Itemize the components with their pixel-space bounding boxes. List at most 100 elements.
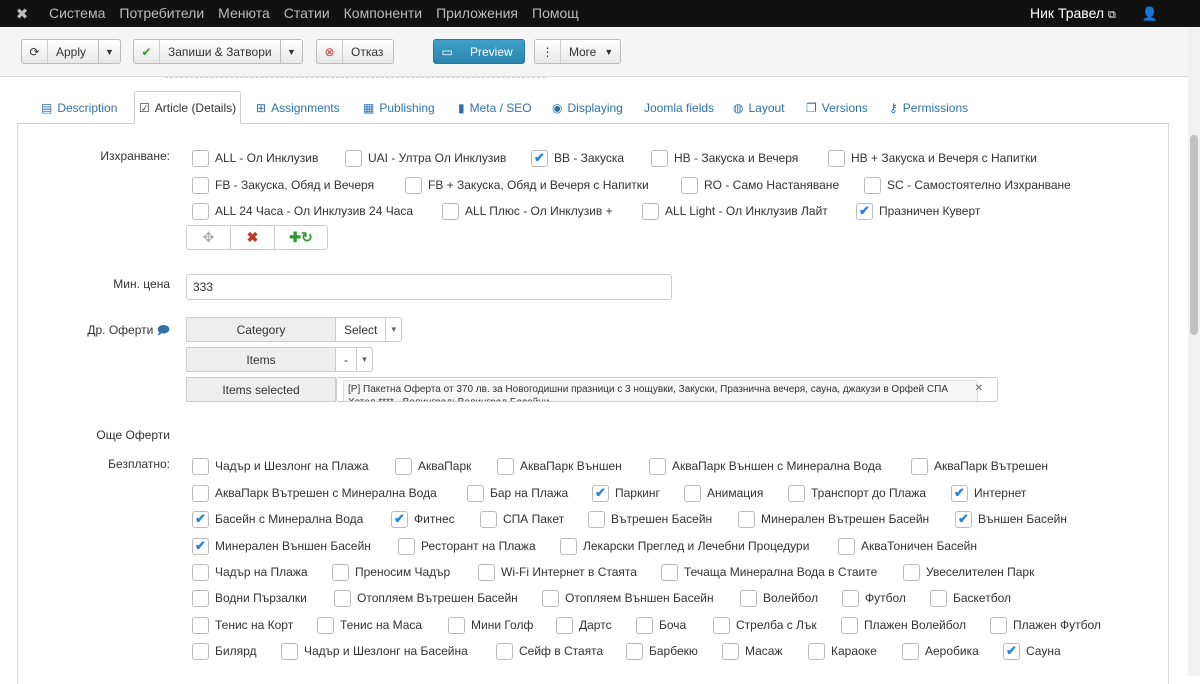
free-checkbox[interactable]: Масаж xyxy=(722,642,783,660)
add-icon[interactable]: ✚↻ xyxy=(275,226,327,249)
cancel-button[interactable]: ⊗ Отказ xyxy=(316,39,394,64)
checkbox-empty[interactable] xyxy=(467,484,484,502)
board-checkbox[interactable]: ✔ BB - Закуска xyxy=(531,149,624,167)
free-checkbox[interactable]: Баскетбол xyxy=(930,589,1011,607)
free-checkbox[interactable]: Плажен Волейбол xyxy=(841,616,966,634)
checkbox-empty[interactable] xyxy=(478,563,495,581)
chevron-down-icon[interactable]: ▼ xyxy=(280,40,302,63)
free-checkbox[interactable]: Чадър и Шезлонг на Плажа xyxy=(192,457,369,475)
checkbox-empty[interactable] xyxy=(560,537,577,555)
free-checkbox[interactable]: Дартс xyxy=(556,616,612,634)
free-checkbox[interactable]: Тенис на Маса xyxy=(317,616,422,634)
checkbox-empty[interactable] xyxy=(556,616,573,634)
free-checkbox[interactable]: АкваТоничен Басейн xyxy=(838,537,977,555)
menu-menus[interactable]: Менюта xyxy=(209,0,279,27)
checkmark-icon[interactable]: ✔ xyxy=(192,537,209,555)
checkmark-icon[interactable]: ✔ xyxy=(1003,642,1020,660)
checkbox-empty[interactable] xyxy=(902,642,919,660)
checkbox-empty[interactable] xyxy=(192,616,209,634)
free-checkbox[interactable]: Тенис на Корт xyxy=(192,616,293,634)
checkbox-empty[interactable] xyxy=(626,642,643,660)
free-checkbox[interactable]: ✔ Басейн с Минерална Вода xyxy=(192,510,363,528)
tab-meta-seo[interactable]: ▮ Meta / SEO xyxy=(458,91,532,124)
tab-joomla-fields[interactable]: Joomla fields xyxy=(644,91,714,124)
board-checkbox[interactable]: SC - Самостоятелно Изхранване xyxy=(864,176,1071,194)
preview-button[interactable]: ▭ Preview xyxy=(433,39,525,64)
checkbox-empty[interactable] xyxy=(636,616,653,634)
checkbox-empty[interactable] xyxy=(334,589,351,607)
free-checkbox[interactable]: ✔ Външен Басейн xyxy=(955,510,1067,528)
checkbox-empty[interactable] xyxy=(192,202,209,220)
free-checkbox[interactable]: Футбол xyxy=(842,589,906,607)
tab-displaying[interactable]: ◉ Displaying xyxy=(552,91,623,124)
chevron-down-icon[interactable]: ▼ xyxy=(98,40,120,63)
more-button[interactable]: ⋮ More ▼ xyxy=(534,39,621,64)
checkbox-empty[interactable] xyxy=(828,149,845,167)
free-checkbox[interactable]: Караоке xyxy=(808,642,877,660)
checkbox-empty[interactable] xyxy=(317,616,334,634)
checkbox-empty[interactable] xyxy=(395,457,412,475)
free-checkbox[interactable]: Лекарски Преглед и Лечебни Процедури xyxy=(560,537,809,555)
checkbox-empty[interactable] xyxy=(740,589,757,607)
checkbox-empty[interactable] xyxy=(911,457,928,475)
menu-extensions[interactable]: Приложения xyxy=(427,0,527,27)
checkbox-empty[interactable] xyxy=(192,176,209,194)
checkbox-empty[interactable] xyxy=(192,642,209,660)
menu-users[interactable]: Потребители xyxy=(110,0,213,27)
free-checkbox[interactable]: Боча xyxy=(636,616,686,634)
checkbox-empty[interactable] xyxy=(442,202,459,220)
checkmark-icon[interactable]: ✔ xyxy=(192,510,209,528)
checkmark-icon[interactable]: ✔ xyxy=(531,149,548,167)
tab-assignments[interactable]: ⊞ Assignments xyxy=(256,91,340,124)
checkbox-empty[interactable] xyxy=(588,510,605,528)
board-checkbox[interactable]: FB - Закуска, Обяд и Вечеря xyxy=(192,176,374,194)
free-checkbox[interactable]: Ресторант на Плажа xyxy=(398,537,536,555)
free-checkbox[interactable]: Увеселителен Парк xyxy=(903,563,1034,581)
free-checkbox[interactable]: АкваПарк Вътрешен с Минерална Вода xyxy=(192,484,437,502)
free-checkbox[interactable]: Wi-Fi Интернет в Стаята xyxy=(478,563,637,581)
free-checkbox[interactable]: АкваПарк Външен с Минерална Вода xyxy=(649,457,882,475)
tab-description[interactable]: ▤ Description xyxy=(41,91,117,124)
free-checkbox[interactable]: Билярд xyxy=(192,642,256,660)
checkbox-empty[interactable] xyxy=(332,563,349,581)
free-checkbox[interactable]: ✔ Сауна xyxy=(1003,642,1061,660)
free-checkbox[interactable]: Течаща Минерална Вода в Стаите xyxy=(661,563,877,581)
free-checkbox[interactable]: Бар на Плажа xyxy=(467,484,568,502)
category-select[interactable]: Select ▼ xyxy=(336,317,403,342)
apply-button[interactable]: ⟳ Apply ▼ xyxy=(21,39,121,64)
checkbox-empty[interactable] xyxy=(788,484,805,502)
remove-icon[interactable]: ✖ xyxy=(231,226,275,249)
tab-article-details[interactable]: ☑ Article (Details) xyxy=(134,91,242,124)
checkbox-empty[interactable] xyxy=(398,537,415,555)
checkbox-empty[interactable] xyxy=(192,563,209,581)
scrollbar[interactable] xyxy=(1188,27,1200,676)
tab-publishing[interactable]: ▦ Publishing xyxy=(363,91,435,124)
free-checkbox[interactable]: АкваПарк Външен xyxy=(497,457,622,475)
board-checkbox[interactable]: FB + Закуска, Обяд и Вечеря с Напитки xyxy=(405,176,649,194)
checkbox-empty[interactable] xyxy=(864,176,881,194)
free-checkbox[interactable]: ✔ Минерален Външен Басейн xyxy=(192,537,371,555)
items-selected-field[interactable]: [P] Пакетна Оферта от 370 лв. за Новогод… xyxy=(336,377,998,402)
save-close-button[interactable]: ✔ Запиши & Затвори ▼ xyxy=(133,39,303,64)
remove-tag-icon[interactable]: ✕ xyxy=(975,383,983,394)
free-checkbox[interactable]: ✔ Паркинг xyxy=(592,484,660,502)
free-checkbox[interactable]: Отопляем Външен Басейн xyxy=(542,589,714,607)
free-checkbox[interactable]: Чадър на Плажа xyxy=(192,563,308,581)
checkbox-empty[interactable] xyxy=(841,616,858,634)
free-checkbox[interactable]: Минерален Вътрешен Басейн xyxy=(738,510,929,528)
free-checkbox[interactable]: Отопляем Вътрешен Басейн xyxy=(334,589,518,607)
free-checkbox[interactable]: АкваПарк xyxy=(395,457,471,475)
menu-help[interactable]: Помощ xyxy=(523,0,588,27)
checkbox-empty[interactable] xyxy=(480,510,497,528)
free-checkbox[interactable]: Чадър и Шезлонг на Басейна xyxy=(281,642,468,660)
items-select[interactable]: - ▼ xyxy=(336,347,373,372)
free-checkbox[interactable]: Сейф в Стаята xyxy=(496,642,603,660)
site-link[interactable]: Ник Травел ⧉ xyxy=(1030,5,1116,22)
board-checkbox[interactable]: HB - Закуска и Вечеря xyxy=(651,149,798,167)
board-checkbox[interactable]: ALL Плюс - Ол Инклузив + xyxy=(442,202,613,220)
checkbox-empty[interactable] xyxy=(681,176,698,194)
free-checkbox[interactable]: Водни Пързалки xyxy=(192,589,307,607)
free-checkbox[interactable]: Стрелба с Лък xyxy=(713,616,817,634)
checkbox-empty[interactable] xyxy=(642,202,659,220)
menu-system[interactable]: Система xyxy=(40,0,114,27)
